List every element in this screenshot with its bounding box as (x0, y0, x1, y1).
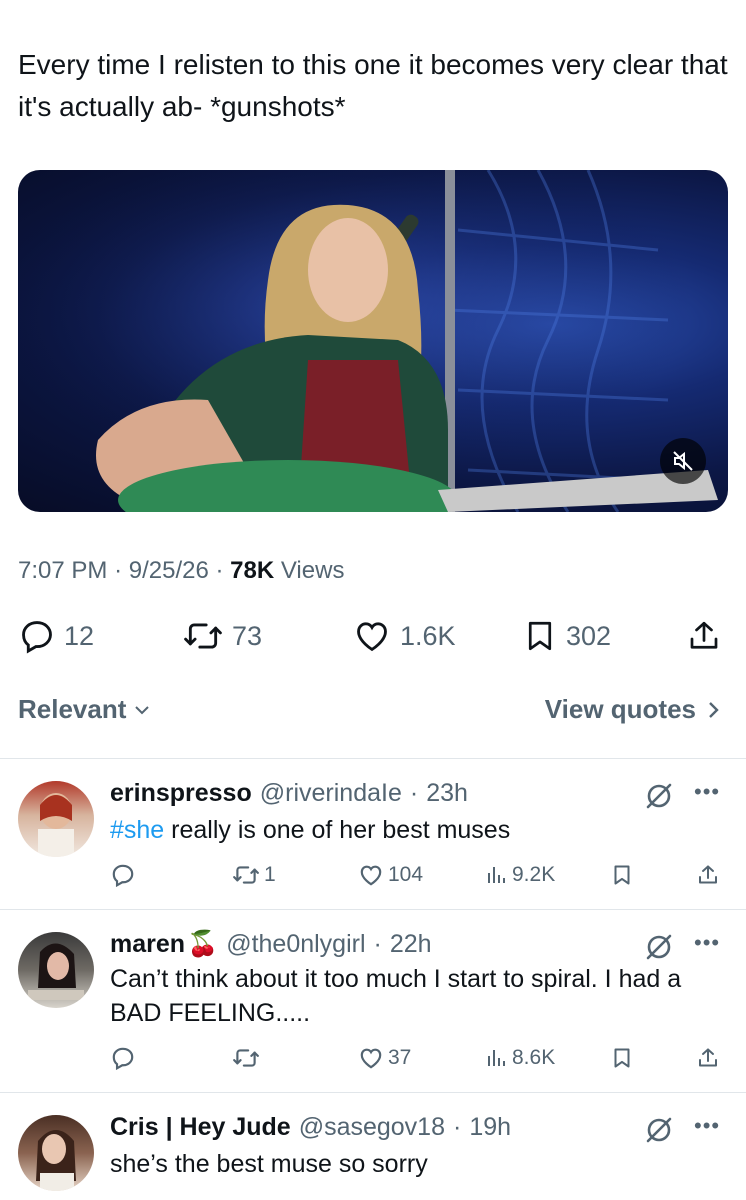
bookmark-button[interactable] (610, 1042, 634, 1074)
like-icon (360, 1048, 382, 1069)
avatar[interactable] (18, 1115, 94, 1191)
repost-button[interactable]: 1 (232, 859, 276, 891)
reply-icon (22, 621, 52, 654)
share-icon (690, 621, 718, 649)
like-count: 104 (388, 863, 424, 886)
share-icon (699, 1048, 717, 1067)
more-icon[interactable]: ••• (694, 779, 720, 805)
bookmark-button[interactable] (610, 859, 634, 891)
repost-button[interactable]: 73 (182, 612, 262, 660)
reply-time[interactable]: 22h (390, 930, 432, 959)
reply-count: 12 (64, 620, 95, 651)
views-count: 78K (230, 557, 275, 584)
like-button[interactable]: 1.6K (352, 612, 456, 660)
reply-author-name[interactable]: erinspresso (110, 779, 252, 808)
tweet-date[interactable]: 9/25/26 (129, 557, 209, 584)
reply-button[interactable]: 12 (18, 612, 94, 660)
video-frame (18, 170, 728, 512)
views-label[interactable]: Views (281, 557, 345, 584)
grok-icon[interactable] (642, 930, 676, 964)
view-quotes-label: View quotes (544, 694, 696, 724)
chevron-right-icon (709, 701, 719, 718)
reply-text: Can’t think about it too much I start to… (110, 965, 682, 1027)
reply-icon (112, 864, 134, 888)
reply-item[interactable]: Cris | Hey Jude @sasegov18 · 19h she’s t… (0, 1093, 746, 1200)
reply-button[interactable] (110, 859, 136, 891)
reply-header: erinspresso @riverindaIe · 23h (110, 779, 468, 808)
reply-time[interactable]: 19h (469, 1113, 511, 1142)
chevron-down-icon (135, 705, 150, 714)
reply-author-name[interactable]: Cris | Hey Jude (110, 1113, 291, 1142)
reply-author-name[interactable]: maren (110, 930, 185, 959)
repost-button[interactable] (232, 1042, 260, 1074)
reply-header: Cris | Hey Jude @sasegov18 · 19h (110, 1113, 511, 1142)
views-count: 9.2K (512, 863, 556, 886)
repost-icon (233, 866, 259, 884)
share-icon (699, 865, 717, 884)
share-button[interactable] (696, 859, 720, 891)
tweet-time[interactable]: 7:07 PM (18, 557, 107, 584)
reply-icon (112, 1047, 134, 1071)
share-button[interactable] (686, 612, 722, 660)
reply-author-handle[interactable]: @the0nlygirl (226, 930, 365, 959)
sort-label: Relevant (18, 694, 127, 724)
meta-separator: · (215, 557, 231, 584)
reply-author-handle[interactable]: @sasegov18 (299, 1113, 445, 1142)
reply-text-body: really is one of her best muses (164, 816, 511, 844)
views-count: 8.6K (512, 1046, 556, 1069)
tweet-meta: 7:07 PM · 9/25/26 · 78K Views (18, 557, 344, 585)
views-button[interactable]: 9.2K (486, 859, 555, 891)
bookmark-button[interactable]: 302 (522, 612, 611, 660)
reply-button[interactable] (110, 1042, 136, 1074)
views-button[interactable]: 8.6K (486, 1042, 555, 1074)
reply-action-bar: 1 104 9.2K (110, 859, 730, 891)
meta-separator: · (409, 779, 419, 807)
repost-count: 73 (232, 620, 263, 651)
like-icon (360, 865, 382, 886)
share-button[interactable] (696, 1042, 720, 1074)
repost-icon (184, 623, 222, 649)
reply-time[interactable]: 23h (426, 779, 468, 808)
view-quotes-link[interactable]: View quotes (545, 694, 722, 725)
mute-button[interactable] (660, 438, 706, 484)
views-icon (488, 1050, 505, 1066)
meta-separator: · (453, 1113, 462, 1141)
reply-header: maren 🍒 @the0nlygirl · 22h (110, 930, 432, 959)
reply-author-handle[interactable]: @riverindaIe (260, 779, 402, 808)
grok-icon[interactable] (642, 779, 676, 813)
reply-text: #she really is one of her best muses (110, 813, 730, 847)
reply-filter-row: Relevant View quotes (18, 694, 722, 734)
reply-item[interactable]: erinspresso @riverindaIe · 23h #she real… (0, 759, 746, 909)
reply-item[interactable]: maren 🍒 @the0nlygirl · 22h Can’t think a… (0, 910, 746, 1092)
action-bar: 12 73 1.6K 302 (18, 612, 730, 660)
like-button[interactable]: 37 (358, 1042, 411, 1074)
bookmark-icon (614, 1048, 630, 1068)
avatar[interactable] (18, 781, 94, 857)
grok-icon[interactable] (642, 1113, 676, 1147)
bookmark-icon (614, 865, 630, 885)
bookmark-icon (528, 621, 552, 651)
tweet-text: Every time I relisten to this one it bec… (18, 49, 728, 122)
views-icon (488, 867, 505, 883)
hashtag-link[interactable]: #she (110, 816, 164, 844)
like-icon (357, 622, 387, 652)
meta-separator: · (373, 930, 382, 958)
avatar[interactable] (18, 932, 94, 1008)
meta-separator: · (114, 557, 129, 584)
reply-action-bar: 37 8.6K (110, 1042, 730, 1074)
reply-text: she’s the best muse so sorry (110, 1150, 428, 1178)
cherry-emoji: 🍒 (187, 930, 219, 958)
repost-count: 1 (264, 863, 276, 886)
more-icon[interactable]: ••• (694, 930, 720, 956)
like-count: 1.6K (400, 620, 456, 651)
more-icon[interactable]: ••• (694, 1113, 720, 1139)
sort-dropdown[interactable]: Relevant (18, 694, 152, 725)
mute-icon (673, 451, 693, 471)
like-count: 37 (388, 1046, 412, 1069)
bookmark-count: 302 (566, 620, 612, 651)
like-button[interactable]: 104 (358, 859, 423, 891)
tweet-video[interactable] (18, 170, 728, 512)
repost-icon (233, 1049, 259, 1067)
